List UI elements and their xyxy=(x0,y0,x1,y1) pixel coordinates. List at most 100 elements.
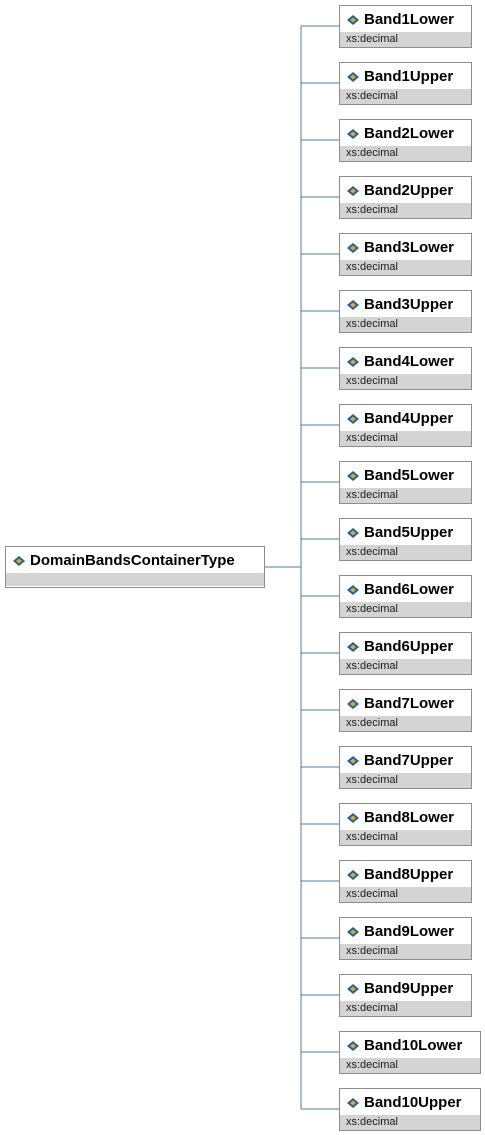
child-element-label: Band4Upper xyxy=(364,409,454,427)
child-element-label: Band7Upper xyxy=(364,751,454,769)
child-element-box[interactable]: Band9Upper xs:decimal xyxy=(339,974,472,1017)
child-element-box[interactable]: Band6Lower xs:decimal xyxy=(339,575,472,618)
child-element-type: xs:decimal xyxy=(340,716,471,731)
child-element-type: xs:decimal xyxy=(340,317,471,332)
child-element-header: Band2Upper xyxy=(340,177,471,203)
child-element-label: Band8Lower xyxy=(364,808,455,826)
child-element-box[interactable]: Band4Lower xs:decimal xyxy=(339,347,472,390)
child-element-box[interactable]: Band4Upper xs:decimal xyxy=(339,404,472,447)
child-element-box[interactable]: Band10Lower xs:decimal xyxy=(339,1031,481,1074)
child-element-header: Band6Lower xyxy=(340,576,471,602)
element-diamond-icon xyxy=(346,982,360,994)
child-element-header: Band9Lower xyxy=(340,918,471,944)
child-element-header: Band4Upper xyxy=(340,405,471,431)
child-element-label: Band8Upper xyxy=(364,865,454,883)
element-diamond-icon xyxy=(346,184,360,196)
child-element-label: Band4Lower xyxy=(364,352,455,370)
child-element-label: Band9Upper xyxy=(364,979,454,997)
child-element-label: Band1Upper xyxy=(364,67,454,85)
child-element-box[interactable]: Band8Lower xs:decimal xyxy=(339,803,472,846)
child-element-header: Band8Upper xyxy=(340,861,471,887)
child-element-header: Band3Lower xyxy=(340,234,471,260)
element-diamond-icon xyxy=(346,526,360,538)
element-diamond-icon xyxy=(346,298,360,310)
child-element-label: Band9Lower xyxy=(364,922,455,940)
child-element-box[interactable]: Band2Lower xs:decimal xyxy=(339,119,472,162)
child-element-box[interactable]: Band5Upper xs:decimal xyxy=(339,518,472,561)
child-element-type: xs:decimal xyxy=(340,260,471,275)
child-element-box[interactable]: Band6Upper xs:decimal xyxy=(339,632,472,675)
child-element-label: Band10Upper xyxy=(364,1093,462,1111)
child-element-type: xs:decimal xyxy=(340,830,471,845)
child-element-header: Band9Upper xyxy=(340,975,471,1001)
element-diamond-icon xyxy=(346,241,360,253)
element-diamond-icon xyxy=(346,127,360,139)
element-diamond-icon xyxy=(346,811,360,823)
root-element-box[interactable]: DomainBandsContainerType xyxy=(5,546,265,588)
element-diamond-icon xyxy=(346,697,360,709)
element-diamond-icon xyxy=(346,13,360,25)
element-diamond-icon xyxy=(346,925,360,937)
child-element-header: Band7Upper xyxy=(340,747,471,773)
child-element-label: Band6Lower xyxy=(364,580,455,598)
child-element-label: Band2Lower xyxy=(364,124,455,142)
child-element-header: Band1Lower xyxy=(340,6,471,32)
element-diamond-icon xyxy=(346,412,360,424)
element-diamond-icon xyxy=(346,640,360,652)
child-element-header: Band10Upper xyxy=(340,1089,480,1115)
child-element-header: Band2Lower xyxy=(340,120,471,146)
child-element-label: Band5Upper xyxy=(364,523,454,541)
element-diamond-icon xyxy=(346,583,360,595)
element-diamond-icon xyxy=(346,70,360,82)
child-element-header: Band10Lower xyxy=(340,1032,480,1058)
child-element-box[interactable]: Band3Lower xs:decimal xyxy=(339,233,472,276)
child-element-type: xs:decimal xyxy=(340,887,471,902)
child-element-box[interactable]: Band5Lower xs:decimal xyxy=(339,461,472,504)
child-element-type: xs:decimal xyxy=(340,146,471,161)
child-element-box[interactable]: Band1Upper xs:decimal xyxy=(339,62,472,105)
child-element-type: xs:decimal xyxy=(340,545,471,560)
child-element-type: xs:decimal xyxy=(340,944,471,959)
child-element-header: Band8Lower xyxy=(340,804,471,830)
child-element-box[interactable]: Band3Upper xs:decimal xyxy=(339,290,472,333)
child-element-box[interactable]: Band7Upper xs:decimal xyxy=(339,746,472,789)
child-element-type: xs:decimal xyxy=(340,1115,480,1130)
child-element-type: xs:decimal xyxy=(340,203,471,218)
child-element-type: xs:decimal xyxy=(340,488,471,503)
child-element-box[interactable]: Band2Upper xs:decimal xyxy=(339,176,472,219)
element-diamond-icon xyxy=(346,355,360,367)
child-element-type: xs:decimal xyxy=(340,89,471,104)
child-element-type: xs:decimal xyxy=(340,1058,480,1073)
child-element-type: xs:decimal xyxy=(340,374,471,389)
child-element-type: xs:decimal xyxy=(340,32,471,47)
child-element-box[interactable]: Band1Lower xs:decimal xyxy=(339,5,472,48)
root-element-header: DomainBandsContainerType xyxy=(6,547,264,573)
child-element-type: xs:decimal xyxy=(340,659,471,674)
child-element-label: Band3Upper xyxy=(364,295,454,313)
element-diamond-icon xyxy=(346,1039,360,1051)
element-diamond-icon xyxy=(346,868,360,880)
root-element-footer xyxy=(6,573,264,586)
child-element-header: Band1Upper xyxy=(340,63,471,89)
child-element-label: Band7Lower xyxy=(364,694,455,712)
child-element-label: Band6Upper xyxy=(364,637,454,655)
child-element-label: Band1Lower xyxy=(364,10,455,28)
child-element-box[interactable]: Band9Lower xs:decimal xyxy=(339,917,472,960)
child-element-box[interactable]: Band7Lower xs:decimal xyxy=(339,689,472,732)
child-element-header: Band5Upper xyxy=(340,519,471,545)
child-element-header: Band5Lower xyxy=(340,462,471,488)
child-element-label: Band2Upper xyxy=(364,181,454,199)
child-element-header: Band6Upper xyxy=(340,633,471,659)
child-element-type: xs:decimal xyxy=(340,431,471,446)
element-diamond-icon xyxy=(346,1096,360,1108)
child-element-type: xs:decimal xyxy=(340,773,471,788)
child-element-box[interactable]: Band10Upper xs:decimal xyxy=(339,1088,481,1131)
element-diamond-icon xyxy=(346,469,360,481)
child-element-header: Band7Lower xyxy=(340,690,471,716)
root-element-label: DomainBandsContainerType xyxy=(30,551,235,569)
child-element-type: xs:decimal xyxy=(340,1001,471,1016)
element-diamond-icon xyxy=(346,754,360,766)
child-element-label: Band5Lower xyxy=(364,466,455,484)
child-element-label: Band3Lower xyxy=(364,238,455,256)
child-element-box[interactable]: Band8Upper xs:decimal xyxy=(339,860,472,903)
